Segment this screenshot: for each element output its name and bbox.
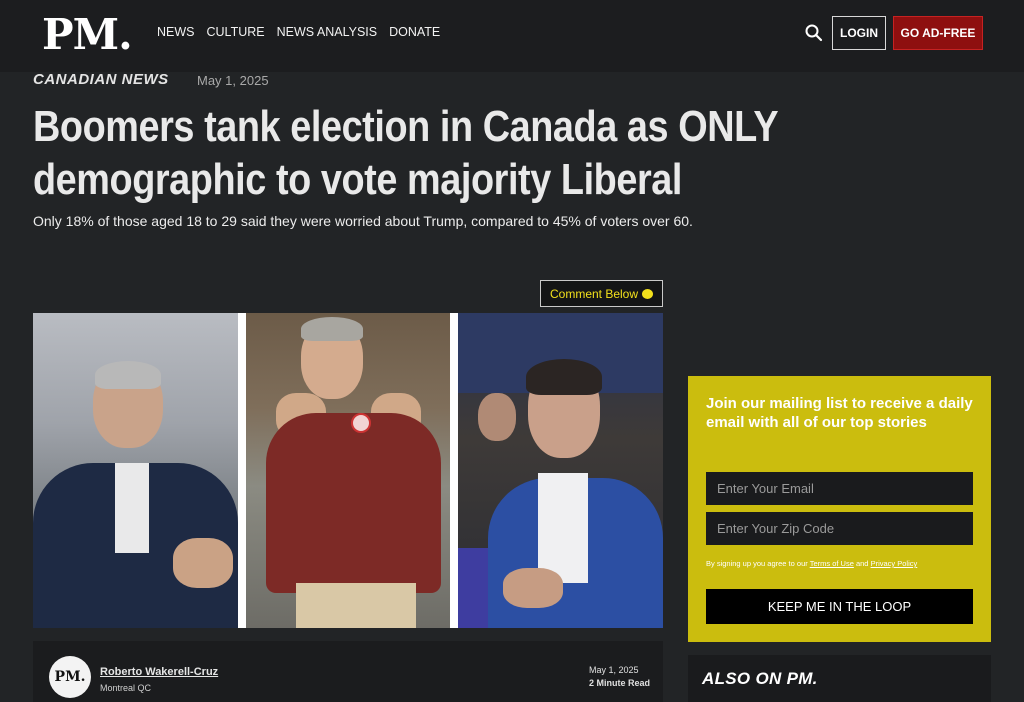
author-location: Montreal QC: [100, 683, 152, 693]
email-field[interactable]: Enter Your Email: [706, 472, 973, 505]
site-logo[interactable]: PM.: [42, 10, 133, 59]
main-nav: NEWS CULTURE NEWS ANALYSIS DONATE: [157, 25, 440, 39]
article-photo-right: [458, 313, 663, 628]
article-photo-left: [33, 313, 238, 628]
terms-and: and: [855, 559, 869, 568]
zip-code-field[interactable]: Enter Your Zip Code: [706, 512, 973, 545]
top-navbar: PM. NEWS CULTURE NEWS ANALYSIS DONATE LO…: [0, 0, 1024, 72]
comment-bubble-icon: [642, 288, 654, 299]
article-subheadline: Only 18% of those aged 18 to 29 said the…: [33, 213, 693, 229]
nav-item-news[interactable]: NEWS: [157, 25, 195, 39]
article-date: May 1, 2025: [197, 73, 269, 88]
author-byline: PM. Roberto Wakerell-Cruz Montreal QC Ma…: [33, 641, 663, 702]
search-icon[interactable]: [804, 23, 824, 43]
newsletter-submit-button[interactable]: KEEP ME IN THE LOOP: [706, 589, 973, 624]
photo-divider: [238, 313, 246, 628]
article-headline: Boomers tank election in Canada as ONLY …: [33, 102, 778, 204]
article-category[interactable]: CANADIAN NEWS: [33, 71, 169, 88]
newsletter-title: Join our mailing list to receive a daily…: [706, 395, 973, 431]
go-ad-free-button[interactable]: GO AD-FREE: [893, 16, 983, 50]
author-name-link[interactable]: Roberto Wakerell-Cruz: [100, 666, 218, 678]
photo-divider: [450, 313, 458, 628]
login-button[interactable]: LOGIN: [832, 16, 886, 50]
comment-below-label: Comment Below: [549, 286, 639, 301]
nav-item-donate[interactable]: DONATE: [389, 25, 440, 39]
nav-item-culture[interactable]: CULTURE: [207, 25, 265, 39]
newsletter-signup: Join our mailing list to receive a daily…: [688, 376, 991, 642]
newsletter-terms: By signing up you agree to our Terms of …: [706, 559, 917, 568]
byline-date: May 1, 2025: [589, 665, 639, 675]
article-photo-center: [246, 313, 450, 628]
nav-item-news-analysis[interactable]: NEWS ANALYSIS: [277, 25, 378, 39]
terms-prefix: By signing up you agree to our: [706, 559, 808, 568]
terms-of-use-link[interactable]: Terms of Use: [810, 559, 854, 568]
read-time: 2 Minute Read: [589, 678, 651, 688]
also-on-pm-title: ALSO ON PM.: [702, 669, 818, 688]
also-on-pm-panel: ALSO ON PM.: [688, 655, 991, 702]
comment-below-button[interactable]: Comment Below: [540, 280, 663, 307]
author-avatar[interactable]: PM.: [49, 656, 91, 698]
privacy-policy-link[interactable]: Privacy Policy: [871, 559, 918, 568]
